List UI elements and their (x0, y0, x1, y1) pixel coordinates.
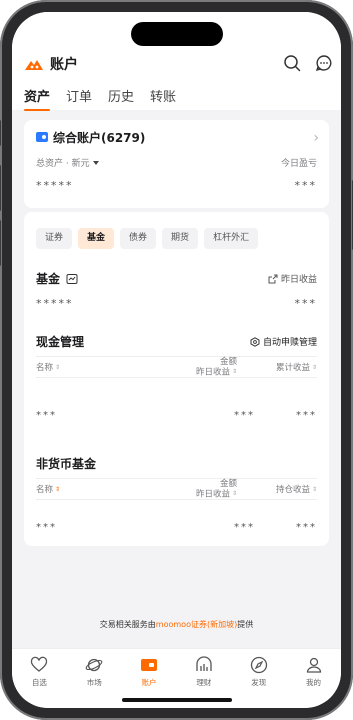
col-cumulative[interactable]: 累计收益 ⇕ (276, 361, 317, 373)
sort-icon: ⇕ (231, 490, 237, 497)
tab-assets[interactable]: 资产 (24, 86, 51, 111)
col-yesterday-label: 昨日收益 (195, 489, 230, 500)
total-assets-value: ***** (36, 179, 74, 192)
nonmoney-row-amount: *** (234, 522, 255, 533)
auto-subscribe-button[interactable]: 自动申赎管理 (250, 335, 317, 348)
brand: 账户 (24, 54, 78, 74)
nonmoney-row-holding: *** (296, 522, 317, 533)
top-actions (283, 54, 333, 72)
tabbar-label: 我的 (306, 678, 322, 687)
wallet-icon (36, 132, 48, 142)
col-name[interactable]: 名称 ⇕ (36, 483, 60, 495)
chip-funds[interactable]: 基金 (78, 228, 115, 249)
nonmoney-table-header: 名称 ⇕ 金额 昨日收益 ⇕ 持仓收益 ⇕ (36, 478, 317, 500)
account-card[interactable]: 综合账户(6279) › 总资产 · 新元 今日盈亏 ***** *** (24, 120, 329, 208)
col-name-label: 名称 (36, 363, 54, 373)
yesterday-earnings-link[interactable]: 昨日收益 (268, 272, 317, 285)
col-amount-label: 金额 (219, 479, 237, 489)
chip-securities[interactable]: 证券 (36, 228, 73, 249)
fund-title-label: 基金 (36, 272, 61, 286)
tab-orders[interactable]: 订单 (66, 86, 92, 111)
moomoo-logo-icon (25, 60, 43, 70)
hexagon-settings-icon (250, 336, 260, 347)
tabbar-label: 市场 (86, 678, 102, 687)
tabbar-label: 理财 (196, 678, 212, 687)
caret-down-icon (92, 160, 99, 165)
currency-selector[interactable]: 总资产 · 新元 (36, 156, 99, 169)
col-cumulative-label: 累计收益 (275, 363, 310, 373)
tabbar-discover[interactable]: 发现 (232, 649, 286, 708)
sort-icon: ⇕ (311, 486, 317, 493)
tabbar-label: 自选 (31, 678, 47, 687)
non-money-fund-title: 非货币基金 (36, 457, 97, 471)
chip-futures[interactable]: 期货 (162, 228, 199, 249)
chevron-right-icon: › (313, 130, 319, 146)
service-provider-note: 交易相关服务由moomoo证券(新加坡)提供 (12, 619, 341, 630)
page-title: 账户 (50, 57, 78, 73)
sort-active-icon: ⇕ (55, 486, 61, 493)
phone-frame: 账户 资产 订单 历史 转账 综合账户(6279) › 总资产 · 新元 今日盈… (0, 0, 353, 720)
nonmoney-row-name[interactable]: *** (36, 522, 57, 533)
asset-type-chips: 证券 基金 债券 期货 杠杆外汇 (36, 228, 259, 249)
account-tabs: 资产 订单 历史 转账 (24, 86, 176, 111)
chip-bonds[interactable]: 债券 (120, 228, 157, 249)
today-pl-label: 今日盈亏 (280, 159, 317, 169)
assets-card: 证券 基金 债券 期货 杠杆外汇 基金 昨日收益 ***** *** 现金管理 … (24, 212, 329, 546)
wealth-icon (196, 656, 212, 671)
heart-icon (31, 656, 48, 672)
col-name[interactable]: 名称 ⇕ (36, 361, 60, 373)
fund-report-icon[interactable] (66, 273, 78, 285)
message-icon[interactable] (315, 54, 333, 72)
col-holding-label: 持仓收益 (275, 485, 310, 495)
col-amount-label: 金额 (219, 357, 237, 367)
footer-post-text: 提供 (237, 620, 254, 629)
fund-yesterday-value: *** (294, 297, 317, 310)
tabbar-me[interactable]: 我的 (287, 649, 341, 708)
screen: 账户 资产 订单 历史 转账 综合账户(6279) › 总资产 · 新元 今日盈… (12, 12, 341, 708)
yesterday-earnings-label: 昨日收益 (280, 275, 317, 285)
compass-icon (250, 656, 267, 674)
col-amount[interactable]: 金额 昨日收益 ⇕ (196, 357, 237, 378)
cash-table-header: 名称 ⇕ 金额 昨日收益 ⇕ 累计收益 ⇕ (36, 356, 317, 378)
cash-management-title: 现金管理 (36, 335, 85, 349)
col-name-label: 名称 (36, 485, 54, 495)
tab-transfer[interactable]: 转账 (150, 86, 176, 111)
tabbar-label: 账户 (141, 678, 157, 687)
fund-title: 基金 (36, 270, 78, 287)
chip-forex[interactable]: 杠杆外汇 (204, 228, 259, 249)
col-holding[interactable]: 持仓收益 ⇕ (276, 483, 317, 495)
share-icon (268, 274, 278, 283)
cash-row-cumulative: *** (296, 410, 317, 421)
fund-total-value: ***** (36, 297, 74, 310)
silent-switch (0, 120, 1, 146)
search-icon[interactable] (283, 54, 301, 72)
tab-history[interactable]: 历史 (108, 86, 134, 111)
total-assets-label: 总资产 · 新元 (36, 159, 90, 169)
today-pl-value: *** (294, 179, 317, 192)
broker-link[interactable]: moomoo证券(新加坡) (156, 620, 237, 629)
account-name: 综合账户(6279) (53, 131, 146, 145)
footer-pre-text: 交易相关服务由 (99, 620, 156, 629)
person-icon (306, 657, 321, 673)
col-amount[interactable]: 金额 昨日收益 ⇕ (196, 479, 237, 500)
sort-icon: ⇕ (311, 364, 317, 371)
auto-subscribe-label: 自动申赎管理 (262, 338, 317, 348)
tabbar-label: 发现 (251, 678, 267, 687)
volume-up-button (0, 165, 1, 211)
cash-row-amount: *** (234, 410, 255, 421)
tabbar-watchlist[interactable]: 自选 (12, 649, 66, 708)
dynamic-island (130, 22, 223, 46)
tabbar-markets[interactable]: 市场 (67, 649, 121, 708)
sort-icon: ⇕ (231, 368, 237, 375)
home-indicator[interactable] (121, 698, 232, 702)
planet-icon (85, 658, 103, 672)
volume-down-button (0, 220, 1, 266)
sort-icon: ⇕ (55, 364, 61, 371)
col-yesterday-label: 昨日收益 (195, 367, 230, 378)
cash-row-name[interactable]: *** (36, 410, 57, 421)
account-icon (141, 659, 158, 671)
